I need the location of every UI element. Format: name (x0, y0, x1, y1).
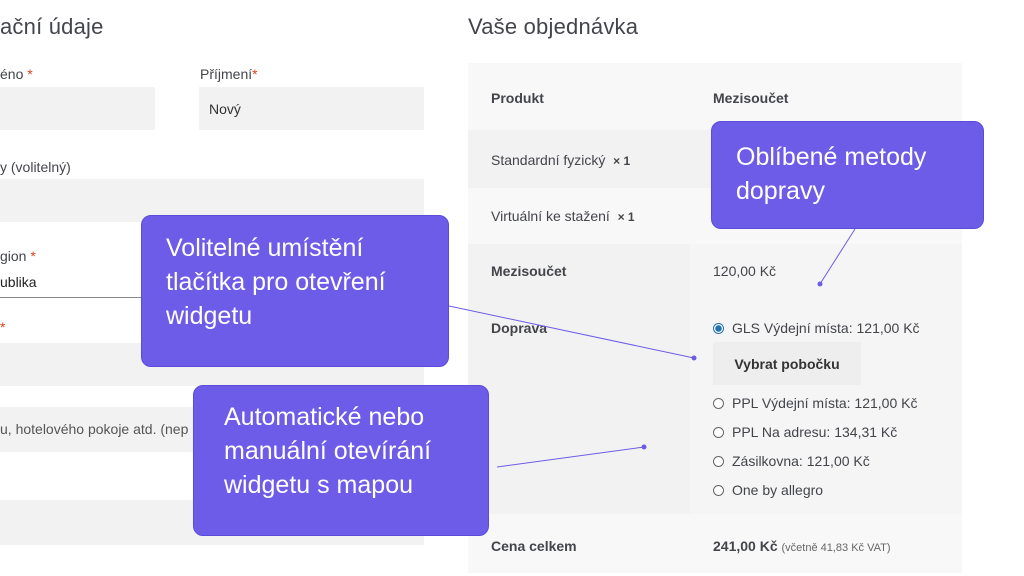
connector-dot (691, 355, 697, 361)
callout-button-placement: Volitelné umístění tlačítka pro otevření… (141, 215, 449, 367)
connector-button-placement (448, 305, 695, 359)
connector-dot (641, 444, 647, 450)
connector-favorite (819, 228, 856, 285)
connector-dot (817, 281, 823, 287)
callout-auto-open: Automatické nebo manuální otevírání widg… (193, 385, 489, 536)
callout-favorite-methods: Oblíbené metody dopravy (711, 121, 984, 229)
connector-auto-open (496, 446, 645, 468)
